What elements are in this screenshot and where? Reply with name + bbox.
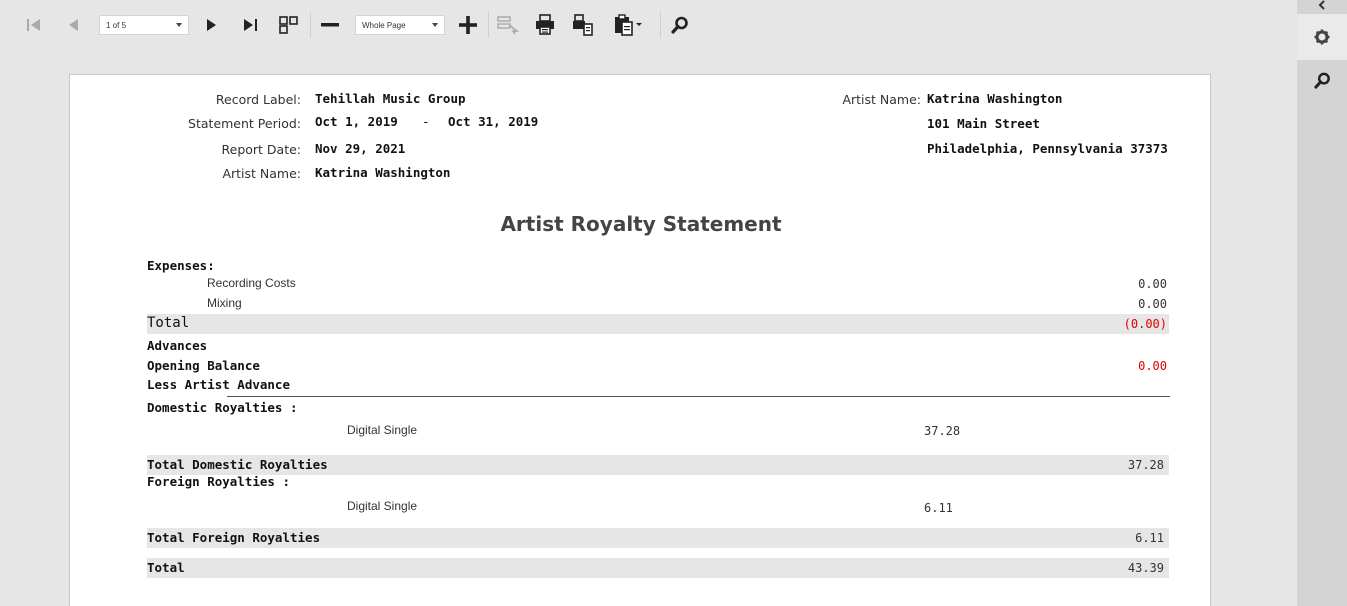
first-page-button[interactable] xyxy=(24,13,44,37)
expense-item-value: 0.00 xyxy=(1138,277,1167,291)
period-start: Oct 1, 2019 xyxy=(315,114,398,129)
plus-icon xyxy=(459,16,477,34)
previous-page-icon xyxy=(69,19,78,31)
period-end: Oct 31, 2019 xyxy=(448,114,539,129)
report-date-value: Nov 29, 2021 xyxy=(315,141,406,156)
search-icon xyxy=(671,16,688,34)
first-page-icon xyxy=(27,19,40,31)
foreign-total-value: 6.11 xyxy=(1135,531,1164,545)
toolbar-divider xyxy=(310,12,311,38)
edit-fields-button[interactable] xyxy=(496,13,520,37)
period-dash: - xyxy=(422,114,430,129)
printer-icon xyxy=(536,14,554,35)
search-tab[interactable] xyxy=(1297,72,1347,89)
search-button[interactable] xyxy=(669,13,691,37)
foreign-heading: Foreign Royalties : xyxy=(147,474,290,489)
domestic-total-value: 37.28 xyxy=(1127,458,1164,472)
grand-total-value: 43.39 xyxy=(1127,561,1164,575)
report-page: Record Label: Tehillah Music Group State… xyxy=(69,74,1211,606)
address-line-1: 101 Main Street xyxy=(927,116,1040,131)
right-artist-name-label: Artist Name: xyxy=(842,92,921,107)
foreign-item-value: 6.11 xyxy=(924,501,953,515)
expense-item-label: Recording Costs xyxy=(207,276,296,290)
foreign-total-label: Total Foreign Royalties xyxy=(147,530,321,545)
print-page-button[interactable] xyxy=(571,13,595,37)
expense-item-label: Mixing xyxy=(207,296,242,310)
zoom-select[interactable]: Whole Page xyxy=(355,15,445,35)
domestic-total-label: Total Domestic Royalties xyxy=(147,457,328,472)
zoom-value: Whole Page xyxy=(362,20,406,30)
page-select[interactable]: 1 of 5 xyxy=(99,15,189,35)
artist-name-value: Katrina Washington xyxy=(315,165,451,180)
edit-fields-icon xyxy=(497,16,519,35)
expense-item-value: 0.00 xyxy=(1138,297,1167,311)
export-icon xyxy=(615,14,642,36)
right-side-panel xyxy=(1297,0,1347,606)
record-label-value: Tehillah Music Group xyxy=(315,91,466,106)
report-title: Artist Royalty Statement xyxy=(500,212,782,236)
report-toolbar: 1 of 5 Whole Page xyxy=(0,0,1297,50)
statement-period-label: Statement Period: xyxy=(188,116,301,131)
foreign-item-label: Digital Single xyxy=(347,499,418,513)
expenses-heading: Expenses: xyxy=(147,258,215,273)
artist-name-label: Artist Name: xyxy=(222,166,301,181)
print-page-icon xyxy=(573,14,593,36)
export-button[interactable] xyxy=(611,13,645,37)
next-page-icon xyxy=(207,19,216,31)
grand-total-row xyxy=(147,558,1169,578)
zoom-in-button[interactable] xyxy=(457,13,479,37)
less-artist-advance-label: Less Artist Advance xyxy=(147,377,290,392)
last-page-icon xyxy=(244,19,257,31)
section-divider xyxy=(227,396,1170,397)
right-artist-name-value: Katrina Washington xyxy=(927,91,1063,106)
print-button[interactable] xyxy=(533,13,557,37)
expenses-total-row xyxy=(147,314,1169,334)
multi-page-icon xyxy=(279,16,298,34)
domestic-heading: Domestic Royalties : xyxy=(147,400,298,415)
expenses-total-label: Total xyxy=(147,315,190,331)
last-page-button[interactable] xyxy=(239,13,261,37)
minus-icon xyxy=(321,23,339,27)
domestic-item-value: 37.28 xyxy=(924,424,961,438)
opening-balance-label: Opening Balance xyxy=(147,358,260,373)
parameters-tab[interactable] xyxy=(1297,29,1347,45)
zoom-out-button[interactable] xyxy=(319,13,341,37)
previous-page-button[interactable] xyxy=(64,13,82,37)
record-label-label: Record Label: xyxy=(215,92,301,107)
expenses-total-value: (0.00) xyxy=(1123,317,1167,331)
report-date-label: Report Date: xyxy=(221,142,302,157)
gear-icon xyxy=(1314,29,1330,45)
grand-total-label: Total xyxy=(147,560,185,575)
page-indicator: 1 of 5 xyxy=(106,20,127,30)
chevron-down-icon xyxy=(432,23,438,27)
next-page-button[interactable] xyxy=(203,13,221,37)
chevron-left-icon xyxy=(1318,0,1325,10)
toolbar-divider xyxy=(488,12,489,38)
advances-heading: Advances xyxy=(147,338,208,353)
domestic-item-label: Digital Single xyxy=(347,423,418,437)
multi-page-button[interactable] xyxy=(278,13,300,37)
opening-balance-value: 0.00 xyxy=(1138,359,1167,373)
toolbar-divider xyxy=(660,12,661,38)
chevron-down-icon xyxy=(176,23,182,27)
address-line-2: Philadelphia, Pennsylvania 37373 xyxy=(927,141,1168,156)
search-icon xyxy=(1313,72,1330,89)
collapse-panel-button[interactable] xyxy=(1297,0,1347,10)
